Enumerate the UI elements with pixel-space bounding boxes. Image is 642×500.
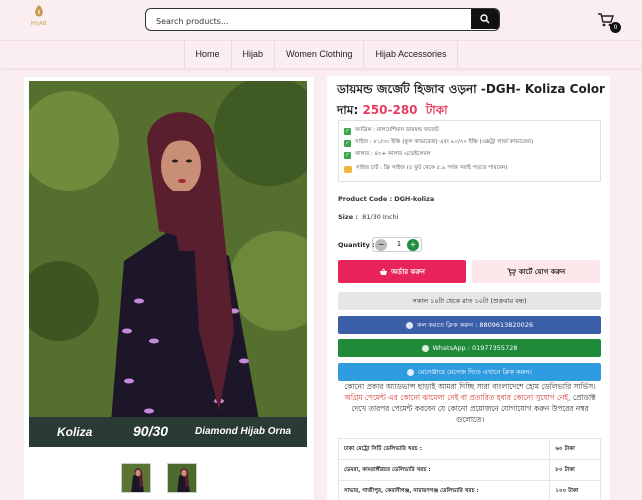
- delivery-notice: কোনো প্রকার অ্যাডভান্স ছাড়াই আমরা দিচ্ছ…: [344, 382, 596, 424]
- whatsapp-icon: [421, 344, 429, 352]
- product-size: Size : 81/30 Inchi: [338, 213, 399, 221]
- model-photo: [29, 81, 307, 447]
- quantity-decrease-button[interactable]: −: [375, 239, 387, 251]
- search-icon: [480, 14, 490, 24]
- messenger-button[interactable]: মেসেঞ্জারে মেসেজ দিতে এখানে ক্লিক করুন।: [338, 363, 601, 381]
- logo-text: HIJAB: [31, 21, 47, 27]
- nav-hijab-accessories[interactable]: Hijab Accessories: [363, 41, 459, 69]
- product-main-image[interactable]: Koliza 90/30 Diamond Hijab Orna: [29, 81, 307, 447]
- price-value: 250-280: [362, 103, 418, 117]
- add-to-cart-button[interactable]: কার্টে যোগ করুন: [472, 260, 600, 283]
- check-icon: ✓: [344, 127, 351, 135]
- brand-logo[interactable]: HIJAB: [27, 4, 51, 34]
- logo-icon: [35, 5, 43, 17]
- product-details: ডায়মন্ড জর্জেট হিজাব ওড়না -DGH- Koliza…: [327, 76, 610, 500]
- check-icon: ✓: [344, 139, 351, 147]
- whatsapp-button[interactable]: WhatsApp : 01977355728: [338, 339, 601, 357]
- caption-size: 90/30: [133, 423, 169, 439]
- quantity-label: Quantity :: [338, 241, 375, 249]
- search-bar: [145, 8, 500, 31]
- phone-icon: [405, 321, 413, 329]
- product-title: ডায়মন্ড জর্জেট হিজাব ওড়না -DGH- Koliza…: [337, 82, 605, 96]
- caption-name: Diamond Hijab Orna: [195, 426, 292, 437]
- search-input[interactable]: [146, 11, 466, 30]
- table-row: ঢাকা মেট্রো সিটি ডেলিভারি খরচ :৬০ টাকা: [339, 439, 600, 460]
- feature-color: ✓ কালার : ৪০+ কালার এভেইলেবল: [344, 151, 431, 159]
- nav-women-clothing[interactable]: Women Clothing: [274, 41, 363, 69]
- main-nav: Home Hijab Women Clothing Hijab Accessor…: [0, 40, 642, 69]
- basket-icon: [380, 267, 387, 275]
- product-price: দাম: 250-280 টাকা: [337, 102, 448, 122]
- image-caption: Koliza 90/30 Diamond Hijab Orna: [29, 417, 307, 447]
- product-code: Product Code : DGH-koliza: [338, 195, 435, 203]
- table-row: ডেমরা, কামরাঙ্গীরচর ডেলিভারি খরচ :৮০ টাক…: [339, 460, 600, 481]
- search-button[interactable]: [471, 9, 499, 29]
- top-header: HIJAB 0: [0, 0, 642, 40]
- pointing-hand-icon: [344, 165, 352, 173]
- feature-size: ✓ সাইজ : ৮১/৩০ ইঞ্চি (ফুল কাভারেজ) এবং ৯০…: [344, 139, 534, 147]
- quantity-value[interactable]: 1: [393, 240, 405, 248]
- size-chart-note: সাইজ চার্ট : ফ্রি সাইজ (৫ ফুট থেকে ৫.৯ প…: [344, 165, 595, 173]
- quantity-stepper: − 1 +: [372, 237, 422, 252]
- feature-list: ✓ ফ্যাব্রিক : মালয়েশিয়ান ডায়মন্ড জর্জে…: [338, 120, 601, 182]
- nav-hijab[interactable]: Hijab: [230, 41, 275, 69]
- table-row: সাভার, গাজীপুর, কেরানীগঞ্জ, নারায়ণগঞ্জ …: [339, 481, 600, 500]
- check-icon: ✓: [344, 151, 351, 159]
- thumbnail-2[interactable]: [167, 463, 197, 493]
- nav-home[interactable]: Home: [183, 41, 231, 69]
- thumbnail-1[interactable]: [121, 463, 151, 493]
- quantity-increase-button[interactable]: +: [407, 239, 419, 251]
- call-button[interactable]: কল করতে ক্লিক করুন : 8809613820026: [338, 316, 601, 334]
- price-label: দাম:: [337, 103, 359, 117]
- delivery-charge-table: ঢাকা মেট্রো সিটি ডেলিভারি খরচ :৬০ টাকা ড…: [338, 438, 601, 500]
- product-gallery: Koliza 90/30 Diamond Hijab Orna: [23, 76, 315, 500]
- feature-fabric: ✓ ফ্যাব্রিক : মালয়েশিয়ান ডায়মন্ড জর্জে…: [344, 127, 439, 135]
- cart-count-badge: 0: [610, 22, 621, 33]
- order-button[interactable]: অর্ডার করুন: [338, 260, 466, 283]
- price-currency: টাকা: [425, 103, 448, 117]
- cart-button[interactable]: 0: [597, 12, 621, 33]
- business-hours: সকাল ১০টা থেকে রাত ১০টা (শুক্রবার বন্ধ): [338, 292, 601, 310]
- messenger-icon: [407, 368, 415, 376]
- cart-icon: [507, 268, 516, 276]
- caption-color: Koliza: [57, 425, 93, 439]
